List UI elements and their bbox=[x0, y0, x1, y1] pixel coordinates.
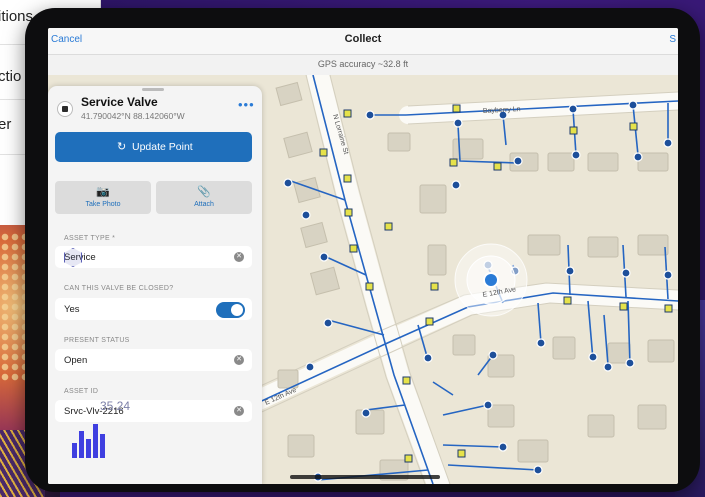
home-indicator[interactable] bbox=[290, 475, 440, 479]
panel-grab-handle[interactable] bbox=[142, 88, 164, 91]
more-options-button[interactable]: ••• bbox=[238, 97, 255, 112]
update-point-button[interactable]: ↻ Update Point bbox=[55, 132, 252, 162]
valve-closed-toggle[interactable] bbox=[216, 302, 245, 318]
refresh-icon: ↻ bbox=[117, 141, 127, 153]
bar-1 bbox=[72, 443, 77, 458]
app-screen: Cancel Collect S GPS accuracy ~32.8 ft B… bbox=[48, 28, 678, 484]
take-photo-label: Take Photo bbox=[85, 201, 121, 208]
gps-accuracy-text: GPS accuracy ~32.8 ft bbox=[317, 59, 409, 69]
clear-icon[interactable]: ✕ bbox=[234, 406, 244, 416]
feature-coordinates: 41.790042°N 88.142060°W bbox=[81, 111, 185, 121]
paperclip-icon: 📎 bbox=[197, 186, 211, 198]
overlay-bar-icon bbox=[72, 424, 105, 458]
bar-2 bbox=[79, 431, 84, 458]
attach-button[interactable]: 📎 Attach bbox=[156, 181, 252, 214]
attach-label: Attach bbox=[194, 201, 214, 208]
asset-type-field[interactable]: Service ✕ bbox=[55, 246, 252, 268]
present-status-field[interactable]: Open ✕ bbox=[55, 349, 252, 371]
bar-3 bbox=[86, 439, 91, 458]
nav-bar: Cancel Collect S bbox=[48, 28, 678, 55]
clear-icon[interactable]: ✕ bbox=[234, 252, 244, 262]
bar-5 bbox=[100, 434, 105, 458]
nav-right-button[interactable]: S bbox=[669, 34, 676, 45]
valve-closed-field: Yes bbox=[55, 298, 252, 320]
hexagon-selection-icon bbox=[64, 248, 82, 267]
take-photo-button[interactable]: 📷 Take Photo bbox=[55, 181, 151, 214]
valve-closed-value: Yes bbox=[64, 304, 80, 315]
valve-icon bbox=[57, 101, 73, 117]
asset-type-label: ASSET TYPE * bbox=[64, 235, 116, 242]
present-status-value: Open bbox=[64, 355, 88, 366]
camera-icon: 📷 bbox=[96, 186, 110, 198]
gps-bar: GPS accuracy ~32.8 ft bbox=[48, 55, 678, 76]
update-point-label: Update Point bbox=[132, 141, 193, 153]
gps-location-marker bbox=[454, 243, 528, 317]
overlay-number: 35.24 bbox=[100, 399, 131, 413]
asset-id-label: ASSET ID bbox=[64, 388, 99, 395]
valve-closed-label: CAN THIS VALVE BE CLOSED? bbox=[64, 285, 174, 292]
nav-title: Collect bbox=[344, 33, 382, 45]
asset-id-field[interactable]: Srvc-Vlv-2216 ✕ bbox=[55, 400, 252, 422]
present-status-label: PRESENT STATUS bbox=[64, 337, 130, 344]
clear-icon[interactable]: ✕ bbox=[234, 355, 244, 365]
bar-4 bbox=[93, 424, 98, 458]
feature-title: Service Valve bbox=[81, 95, 158, 109]
